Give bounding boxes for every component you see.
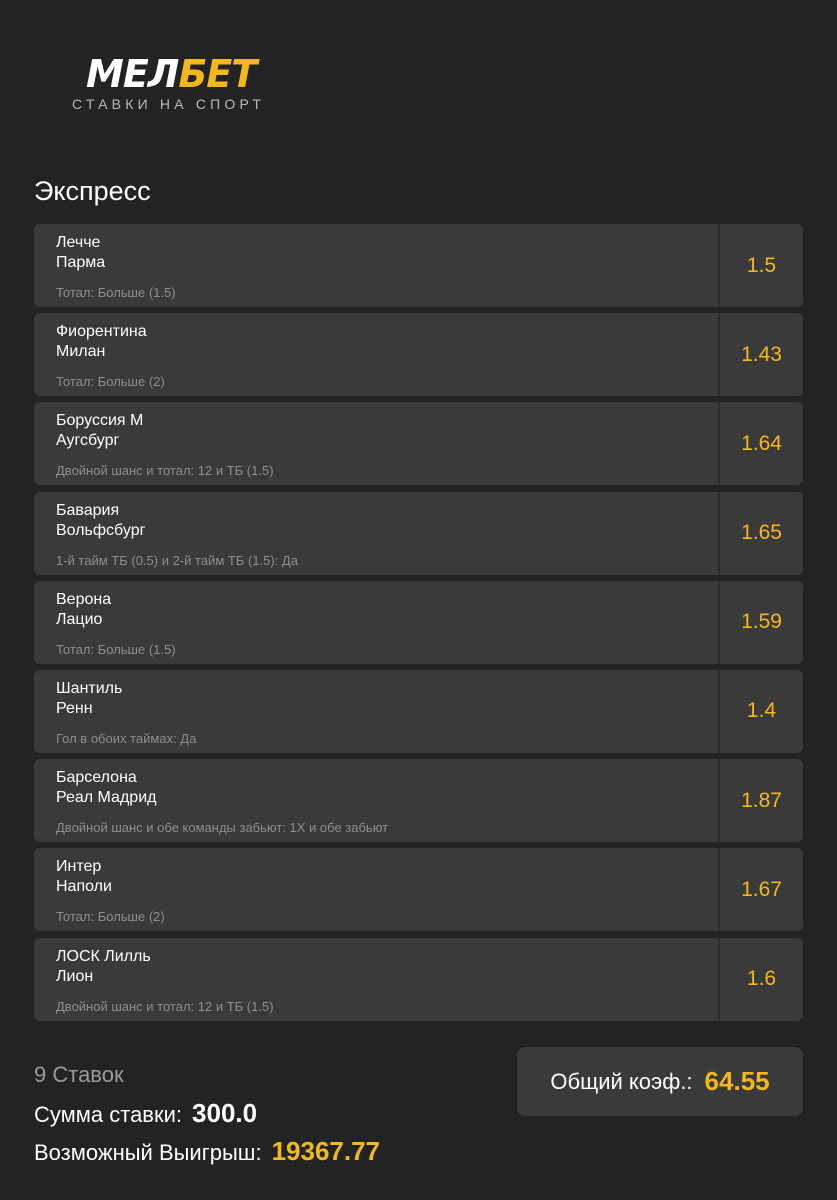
home-team: Шантиль	[56, 679, 123, 697]
total-odds-value: 64.55	[704, 1066, 770, 1096]
stake-row: Сумма ставки: 300.0	[34, 1098, 257, 1129]
bet-market: Тотал: Больше (2)	[56, 374, 165, 390]
away-team: Аугсбург	[56, 432, 120, 450]
odds-value[interactable]: 1.67	[718, 848, 803, 932]
bet-row: Интер Наполи Тотал: Больше (2) 1.67	[34, 848, 803, 932]
bet-row: Бавария Вольфсбург 1-й тайм ТБ (0.5) и 2-й…	[34, 491, 803, 575]
home-team: Лечче	[56, 234, 101, 251]
home-team: Верона	[56, 590, 112, 608]
stake-value: 300.0	[192, 1098, 258, 1128]
logo-word-part-2: БЕТ	[178, 52, 257, 96]
odds-value[interactable]: 1.6	[718, 937, 803, 1021]
odds-value[interactable]: 1.4	[718, 669, 803, 753]
away-team: Парма	[56, 254, 106, 271]
away-team: Лацио	[56, 610, 103, 628]
stake-label: Сумма ставки:	[34, 1102, 183, 1127]
bet-info: Бавария Вольфсбург 1-й тайм ТБ (0.5) и 2-й…	[34, 492, 718, 575]
bet-info: Лечче Парма Тотал: Больше (1.5)	[34, 224, 718, 307]
home-team: Боруссия М	[56, 412, 144, 430]
possible-win-label: Возможный Выигрыш:	[34, 1140, 262, 1165]
bet-row: Лечче Парма Тотал: Больше (1.5) 1.5	[34, 224, 803, 307]
bet-market: Двойной шанс и тотал: 12 и ТБ (1.5)	[56, 998, 274, 1014]
bet-market: Тотал: Больше (2)	[56, 909, 165, 925]
home-team: Интер	[56, 858, 102, 876]
bet-row: Фиорентина Милан Тотал: Больше (2) 1.43	[34, 313, 803, 397]
bet-market: Двойной шанс и обе команды забьют: 1X и …	[56, 820, 389, 836]
away-team: Реал Мадрид	[56, 789, 157, 807]
away-team: Вольфсбург	[56, 521, 146, 539]
bet-info: Верона Лацио Тотал: Больше (1.5)	[34, 581, 718, 664]
bet-info: Фиорентина Милан Тотал: Больше (2)	[34, 313, 718, 396]
logo-word-part-1: МЕЛ	[86, 52, 179, 96]
logo-wordmark: МЕЛБЕТ	[86, 52, 257, 96]
bet-row: Верона Лацио Тотал: Больше (1.5) 1.59	[34, 580, 803, 664]
bet-info: Шантиль Ренн Гол в обоих таймах: Да	[34, 670, 718, 753]
bet-market: Тотал: Больше (1.5)	[56, 641, 176, 657]
home-team: Фиорентина	[56, 323, 147, 341]
home-team: Бавария	[56, 501, 120, 519]
bet-row: Боруссия М Аугсбург Двойной шанс и тотал: …	[34, 402, 803, 486]
total-odds-label: Общий коэф.:	[550, 1068, 693, 1094]
odds-value[interactable]: 1.43	[718, 313, 803, 397]
away-team: Наполи	[56, 878, 112, 896]
bet-market: Двойной шанс и тотал: 12 и ТБ (1.5)	[56, 463, 274, 479]
home-team: ЛОСК Лилль	[56, 947, 151, 965]
total-odds-box: Общий коэф.: 64.55	[517, 1047, 803, 1116]
odds-value[interactable]: 1.5	[718, 224, 803, 307]
bet-market: Тотал: Больше (1.5)	[56, 285, 176, 300]
bet-count: 9 Ставок	[34, 1062, 124, 1087]
bet-row: ЛОСК Лилль Лион Двойной шанс и тотал: 12 и…	[34, 937, 803, 1021]
bet-info: Интер Наполи Тотал: Больше (2)	[34, 848, 718, 931]
bet-info: ЛОСК Лилль Лион Двойной шанс и тотал: 12 и…	[34, 938, 718, 1021]
odds-value[interactable]: 1.65	[718, 491, 803, 575]
bet-market: 1-й тайм ТБ (0.5) и 2-й тайм ТБ (1.5): Д…	[56, 552, 298, 568]
page-title: Экспресс	[34, 176, 151, 206]
odds-value[interactable]: 1.64	[718, 402, 803, 486]
possible-win-value: 19367.77	[271, 1136, 381, 1166]
away-team: Ренн	[56, 699, 93, 717]
bet-info: Барселона Реал Мадрид Двойной шанс и обе к…	[34, 759, 718, 842]
bet-list: Лечче Парма Тотал: Больше (1.5) 1.5 Фиоренти…	[34, 224, 803, 1027]
home-team: Барселона	[56, 769, 137, 787]
bet-market: Гол в обоих таймах: Да	[56, 730, 197, 746]
logo-subtitle: СТАВКИ НА СПОРТ	[72, 96, 266, 112]
odds-value[interactable]: 1.59	[718, 580, 803, 664]
possible-win-row: Возможный Выигрыш: 19367.77	[34, 1136, 380, 1167]
away-team: Милан	[56, 343, 106, 361]
bet-row: Барселона Реал Мадрид Двойной шанс и обе к…	[34, 759, 803, 843]
odds-value[interactable]: 1.87	[718, 759, 803, 843]
bet-row: Шантиль Ренн Гол в обоих таймах: Да 1.4	[34, 669, 803, 753]
away-team: Лион	[56, 967, 94, 985]
bet-info: Боруссия М Аугсбург Двойной шанс и тотал: …	[34, 402, 718, 485]
